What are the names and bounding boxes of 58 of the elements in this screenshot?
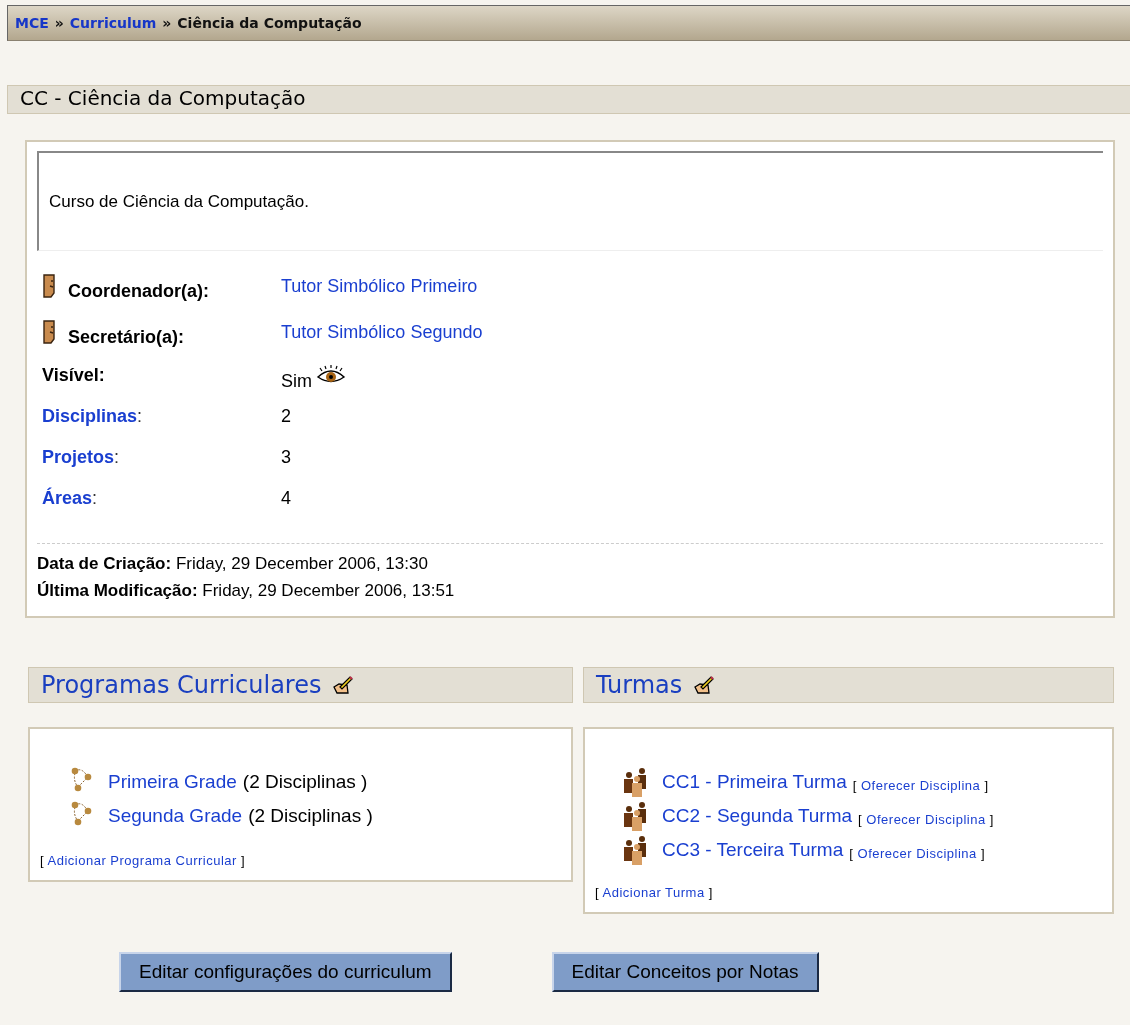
bracket: ]: [980, 845, 986, 861]
breadcrumb-link[interactable]: MCE: [15, 15, 49, 31]
field-value: 4: [281, 488, 291, 509]
breadcrumb-current: Ciência da Computação: [177, 15, 362, 31]
group-icon: [622, 767, 648, 797]
edit-icon[interactable]: [331, 675, 354, 695]
field-label: Coordenador(a):: [68, 280, 209, 302]
offer-link[interactable]: Oferecer Disciplina: [866, 811, 986, 827]
offer-link[interactable]: Oferecer Disciplina: [861, 777, 981, 793]
group-icon: [622, 835, 648, 865]
field-label: Secretário(a):: [68, 326, 185, 348]
field-label: Visível:: [42, 365, 105, 386]
edit-icon[interactable]: [692, 675, 715, 695]
program-link[interactable]: Primeira Grade: [108, 771, 237, 793]
date-line: Data de Criação: Friday, 29 December 2006, 13:30: [37, 553, 429, 575]
bracket: ]: [984, 777, 989, 793]
person-icon: [42, 274, 56, 298]
field-value: Sim: [281, 371, 312, 392]
person-icon: [42, 320, 56, 344]
bracket: [: [849, 845, 854, 861]
class-link[interactable]: CC3 - Terceira Turma: [662, 839, 844, 861]
breadcrumb-separator: »: [162, 15, 172, 31]
description-text: Curso de Ciência da Computação.: [37, 151, 1103, 251]
label-colon: :: [137, 406, 143, 427]
person-link[interactable]: Tutor Simbólico Segundo: [281, 321, 483, 343]
field-label-link[interactable]: Projetos: [42, 447, 115, 468]
edit-button[interactable]: Editar Conceitos por Notas: [551, 952, 819, 992]
breadcrumb-separator: »: [54, 15, 64, 31]
field-label-link[interactable]: Áreas: [42, 488, 93, 509]
edit-button[interactable]: Editar configurações do curriculum: [119, 952, 452, 992]
eye-icon: [316, 365, 346, 385]
bracket: [: [595, 885, 600, 900]
offer-link[interactable]: Oferecer Disciplina: [857, 845, 977, 861]
breadcrumb-link[interactable]: Curriculum: [69, 15, 157, 31]
label-colon: :: [92, 488, 98, 509]
discipline-count: (2 Disciplinas ): [242, 771, 368, 793]
bracket: ]: [708, 885, 713, 900]
bracket: [: [852, 777, 857, 793]
discipline-count: (2 Disciplinas ): [248, 805, 373, 827]
program-link[interactable]: Segunda Grade: [108, 805, 243, 827]
bracket: ]: [241, 853, 246, 868]
add-link[interactable]: Adicionar Turma: [602, 885, 705, 900]
group-icon: [622, 801, 648, 831]
field-value: 3: [281, 447, 291, 468]
field-label-link[interactable]: Disciplinas: [42, 406, 138, 427]
class-link[interactable]: CC2 - Segunda Turma: [662, 805, 853, 827]
panel-title: Programas Curriculares: [41, 671, 322, 699]
panel-title: Turmas: [596, 671, 683, 699]
date-line: Última Modificação: Friday, 29 December 2006, 13:51: [37, 580, 456, 602]
bracket: ]: [989, 811, 994, 827]
bracket: [: [40, 853, 45, 868]
page-title: CC - Ciência da Computação: [7, 85, 1130, 114]
bracket: [: [858, 811, 863, 827]
class-link[interactable]: CC1 - Primeira Turma: [662, 771, 847, 793]
add-link[interactable]: Adicionar Programa Curricular: [47, 853, 237, 868]
label-colon: :: [114, 447, 120, 468]
person-link[interactable]: Tutor Simbólico Primeiro: [281, 275, 478, 297]
field-value: 2: [281, 406, 291, 427]
